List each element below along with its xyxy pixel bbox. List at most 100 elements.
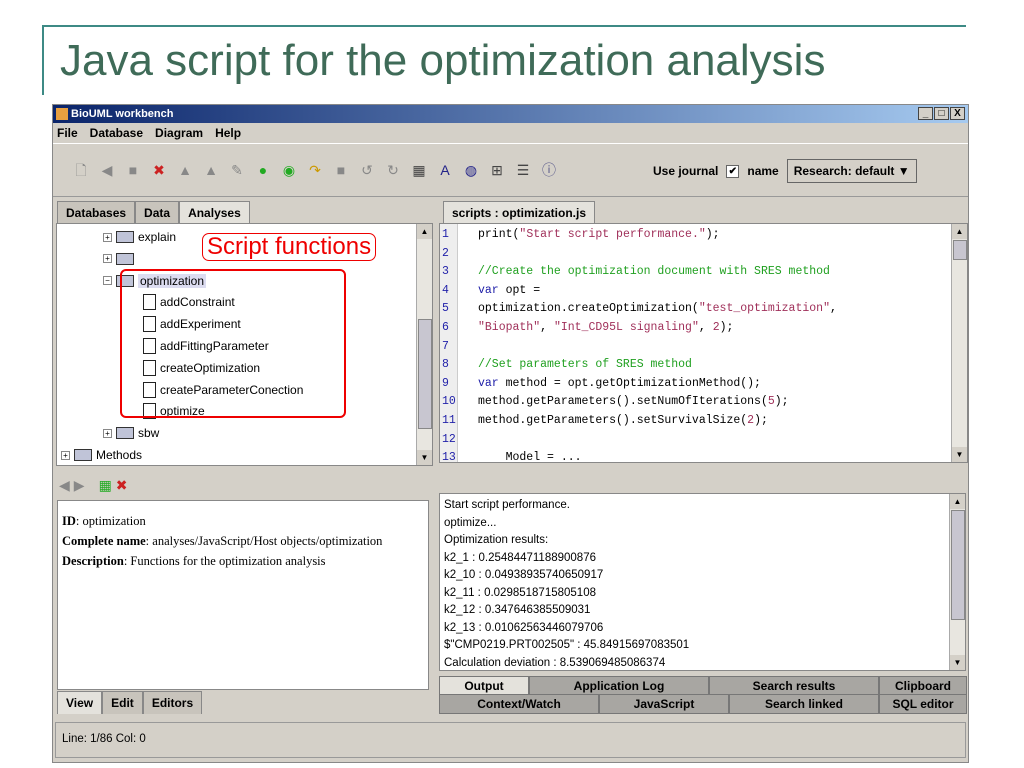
- line-number: 13: [442, 451, 456, 463]
- info-panel: ID: optimization Complete name: analyses…: [57, 500, 429, 690]
- tab-search-linked[interactable]: Search linked: [729, 694, 879, 714]
- tab-sql-editor[interactable]: SQL editor: [879, 694, 967, 714]
- output-console[interactable]: ▲ ▼ Start script performance. optimize...…: [439, 493, 966, 671]
- code-token: //Create the optimization document with …: [478, 265, 830, 279]
- back-icon[interactable]: ◀: [99, 162, 115, 178]
- menu-database[interactable]: Database: [90, 126, 143, 140]
- script-editor[interactable]: ▲ ▼ 1 print("Start script performance.");…: [439, 223, 968, 463]
- output-line: $"CMP0219.PRT002505" : 45.84915697083501: [444, 639, 690, 651]
- delete-icon[interactable]: ✖: [151, 162, 167, 178]
- back-arrow-icon[interactable]: ◀: [59, 477, 70, 494]
- output-scrollbar[interactable]: ▲ ▼: [949, 494, 965, 670]
- tab-edit[interactable]: Edit: [102, 691, 143, 714]
- slide-rule-left: [42, 25, 44, 95]
- folder-icon: [74, 449, 92, 461]
- menu-help[interactable]: Help: [215, 126, 241, 140]
- tree-scrollbar[interactable]: ▲ ▼: [416, 224, 432, 465]
- code-line: 11 method.getParameters().setSurvivalSize…: [440, 414, 768, 433]
- tab-application-log[interactable]: Application Log: [529, 676, 709, 696]
- tab-javascript[interactable]: JavaScript: [599, 694, 729, 714]
- tree-item[interactable]: +: [103, 249, 138, 269]
- run-step-icon[interactable]: ◉: [281, 162, 297, 178]
- minimize-button[interactable]: _: [918, 107, 933, 120]
- graph-icon[interactable]: ◍: [463, 162, 479, 178]
- code-token: ,: [698, 321, 713, 334]
- layout-icon[interactable]: ⊞: [489, 162, 505, 178]
- editor-scrollbar[interactable]: ▲ ▼: [951, 224, 967, 462]
- tab-output[interactable]: Output: [439, 676, 529, 696]
- description-value: : Functions for the optimization analysi…: [123, 554, 326, 568]
- code-token: );: [705, 228, 720, 241]
- code-token: ,: [540, 321, 554, 334]
- print-icon[interactable]: ▲: [177, 162, 193, 178]
- expand-icon[interactable]: +: [103, 428, 112, 438]
- expand-icon[interactable]: +: [61, 450, 70, 460]
- menu-diagram[interactable]: Diagram: [155, 126, 203, 140]
- forward-arrow-icon[interactable]: ▶: [74, 477, 85, 494]
- status-bar: Line: 1/86 Col: 0: [55, 722, 966, 758]
- tab-editors[interactable]: Editors: [142, 691, 203, 714]
- tree-item[interactable]: + sbw: [103, 423, 159, 443]
- apply-icon[interactable]: ▦: [99, 477, 112, 494]
- use-journal-label: Use journal: [653, 164, 719, 178]
- save-icon[interactable]: ■: [125, 162, 141, 178]
- tab-data[interactable]: Data: [135, 201, 180, 224]
- output-line: k2_13 : 0.01062563446079706: [444, 621, 604, 634]
- use-journal-checkbox[interactable]: ✔: [726, 164, 740, 178]
- code-token: optimization.createOptimization(: [478, 302, 699, 316]
- info-icon[interactable]: ⓘ: [541, 162, 557, 178]
- research-select[interactable]: Research: default ▼: [786, 159, 917, 183]
- code-line: 7: [440, 340, 478, 359]
- step-over-icon[interactable]: ↷: [307, 162, 323, 178]
- list-icon[interactable]: ☰: [515, 162, 531, 178]
- tree-item[interactable]: + explain: [103, 227, 176, 247]
- expand-icon[interactable]: +: [103, 232, 112, 242]
- menu-bar: File Database Diagram Help: [53, 123, 968, 143]
- code-line: 13 Model = ...: [440, 451, 582, 463]
- window-title: BioUML workbench: [71, 108, 174, 120]
- tree-item[interactable]: + Methods: [61, 445, 142, 465]
- maximize-button[interactable]: □: [934, 107, 949, 120]
- line-number: 10: [442, 395, 456, 409]
- text-icon[interactable]: A: [437, 162, 453, 178]
- output-line: k2_1 : 0.25484471188900876: [444, 551, 596, 564]
- output-line: Calculation deviation : 8.53906948508637…: [444, 656, 666, 669]
- code-line: 9 var method = opt.getOptimizationMethod(…: [440, 377, 761, 396]
- collapse-icon[interactable]: −: [103, 276, 112, 286]
- tab-analyses[interactable]: Analyses: [179, 201, 250, 224]
- code-token: 2: [712, 321, 720, 334]
- stop-icon[interactable]: ■: [333, 162, 349, 178]
- line-number: 4: [442, 283, 449, 297]
- undo-icon[interactable]: ↺: [359, 162, 375, 178]
- tab-context-watch[interactable]: Context/Watch: [439, 694, 599, 714]
- tab-search-results[interactable]: Search results: [709, 676, 879, 696]
- code-token: method.getParameters().setNumOfIteration…: [478, 395, 768, 409]
- line-number: 11: [442, 414, 456, 427]
- code-token: 5: [767, 395, 775, 409]
- title-bar: BioUML workbench _ □ X: [53, 105, 968, 123]
- close-button[interactable]: X: [950, 107, 965, 120]
- print-preview-icon[interactable]: ▲: [203, 162, 219, 178]
- redo-icon[interactable]: ↻: [385, 162, 401, 178]
- code-text: //Create the optimization document with …: [462, 265, 830, 284]
- tab-clipboard[interactable]: Clipboard: [879, 676, 967, 696]
- expand-icon[interactable]: +: [103, 254, 112, 264]
- run-icon[interactable]: ●: [255, 162, 271, 178]
- tab-editor-script[interactable]: scripts : optimization.js: [443, 201, 596, 224]
- edit-icon[interactable]: ✎: [229, 162, 245, 178]
- code-token: "Int_CD95L signaling": [553, 321, 699, 334]
- new-document-icon[interactable]: 🗋: [73, 162, 89, 178]
- tab-databases[interactable]: Databases: [57, 201, 136, 224]
- output-line: Optimization results:: [444, 534, 549, 546]
- tab-view[interactable]: View: [57, 691, 103, 714]
- folder-icon: [116, 231, 134, 243]
- code-token: method.getParameters().setSurvivalSize(: [478, 414, 748, 427]
- component-icon[interactable]: ▦: [411, 162, 427, 178]
- cancel-icon[interactable]: ✖: [116, 477, 128, 494]
- description-label: Description: [62, 554, 124, 568]
- code-line: 8 //Set parameters of SRES method: [440, 358, 692, 377]
- menu-file[interactable]: File: [57, 126, 78, 140]
- code-line: 10 method.getParameters().setNumOfIterati…: [440, 395, 789, 414]
- code-line: 4 var opt =: [440, 284, 540, 303]
